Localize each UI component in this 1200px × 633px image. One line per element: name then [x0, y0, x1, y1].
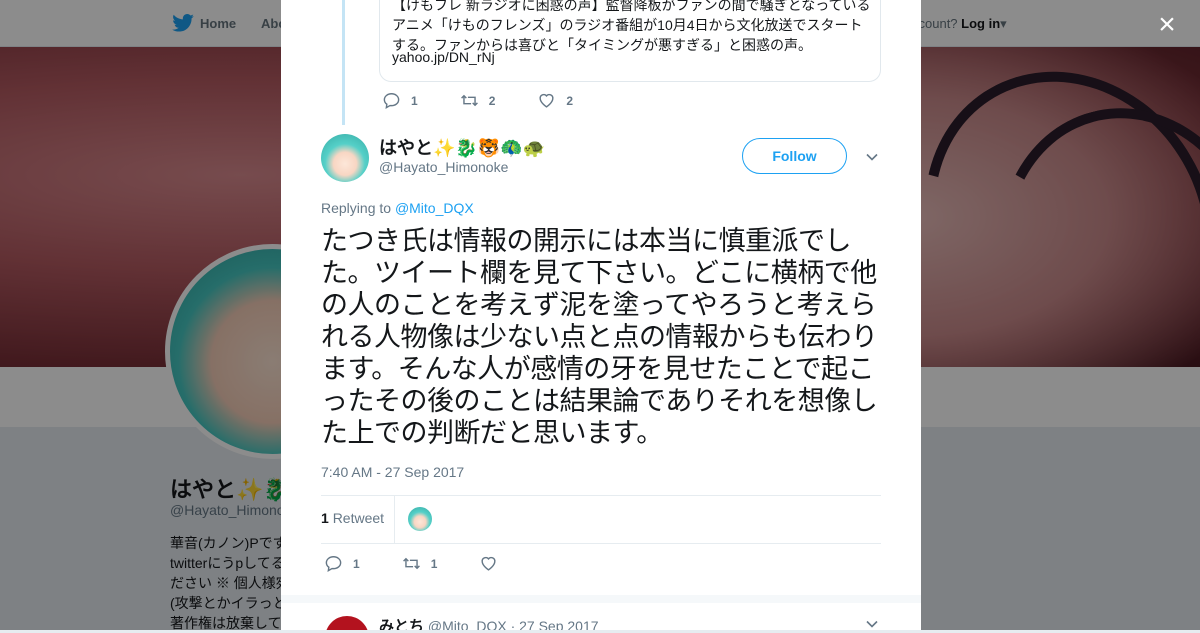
reply-icon	[383, 93, 400, 109]
quoted-tweet-actions: 1 2 2	[382, 91, 599, 110]
reply-icon	[325, 556, 342, 572]
replying-to: Replying to @Mito_DQX	[321, 200, 474, 216]
replying-to-link[interactable]: @Mito_DQX	[395, 200, 474, 216]
chevron-down-icon[interactable]	[865, 150, 879, 164]
stats-divider	[394, 496, 395, 543]
chevron-down-icon[interactable]	[865, 617, 879, 630]
replying-prefix: Replying to	[321, 200, 395, 216]
tweet-actions: 1 1	[324, 554, 534, 573]
reply-handle-date[interactable]: @Mito_DQX · 27 Sep 2017	[428, 618, 599, 630]
author-name[interactable]: はやと✨🐉🐯🦚🐢	[379, 134, 545, 160]
retweet-icon	[460, 94, 478, 107]
retweet-stat-count: 1	[321, 510, 329, 526]
tweet-stats: 1 Retweet	[321, 495, 881, 544]
tweet-modal: 【けもフレ 新ラジオに困惑の声】監督降板がファンの間で騒ぎとなっているアニメ「け…	[281, 0, 921, 630]
heart-icon	[481, 556, 496, 571]
reply-button[interactable]: 1	[382, 91, 418, 110]
reply-button[interactable]: 1	[324, 554, 360, 573]
retweet-icon	[402, 557, 420, 570]
like-button[interactable]	[479, 554, 508, 573]
retweet-button[interactable]: 2	[460, 91, 496, 110]
reply-count: 1	[411, 93, 418, 108]
follow-button[interactable]: Follow	[742, 138, 847, 174]
reply-author-avatar[interactable]	[325, 616, 369, 630]
retweeter-avatar[interactable]	[408, 507, 432, 531]
tweet-text: たつき氏は情報の開示には本当に慎重派でした。ツイート欄を見て下さい。どこに横柄で…	[321, 226, 878, 449]
retweet-stat-label: Retweet	[332, 510, 385, 526]
author-avatar[interactable]	[321, 134, 369, 182]
reply-author-name[interactable]: みとち	[379, 618, 424, 630]
retweet-button[interactable]: 1	[402, 554, 438, 573]
like-count: 2	[566, 93, 574, 108]
retweet-count: 1	[430, 556, 438, 571]
retweet-count: 2	[488, 93, 496, 108]
like-button[interactable]: 2	[537, 91, 573, 110]
quoted-tweet-text: 【けもフレ 新ラジオに困惑の声】監督降板がファンの間で騒ぎとなっているアニメ「け…	[392, 0, 871, 53]
reply-divider	[281, 595, 921, 603]
retweet-stat[interactable]: 1 Retweet	[321, 510, 384, 526]
close-icon[interactable]: ×	[1154, 10, 1180, 40]
tweet-timestamp[interactable]: 7:40 AM - 27 Sep 2017	[321, 464, 464, 480]
author-handle[interactable]: @Hayato_Himonoke	[379, 159, 508, 175]
quoted-tweet-link[interactable]: yahoo.jp/DN_rNj	[392, 49, 495, 65]
thread-line	[342, 0, 345, 125]
heart-icon	[539, 93, 554, 108]
reply-header: みとち @Mito_DQX · 27 Sep 2017	[379, 615, 599, 630]
reply-count: 1	[353, 556, 360, 571]
quoted-tweet-card[interactable]: 【けもフレ 新ラジオに困惑の声】監督降板がファンの間で騒ぎとなっているアニメ「け…	[379, 0, 881, 82]
